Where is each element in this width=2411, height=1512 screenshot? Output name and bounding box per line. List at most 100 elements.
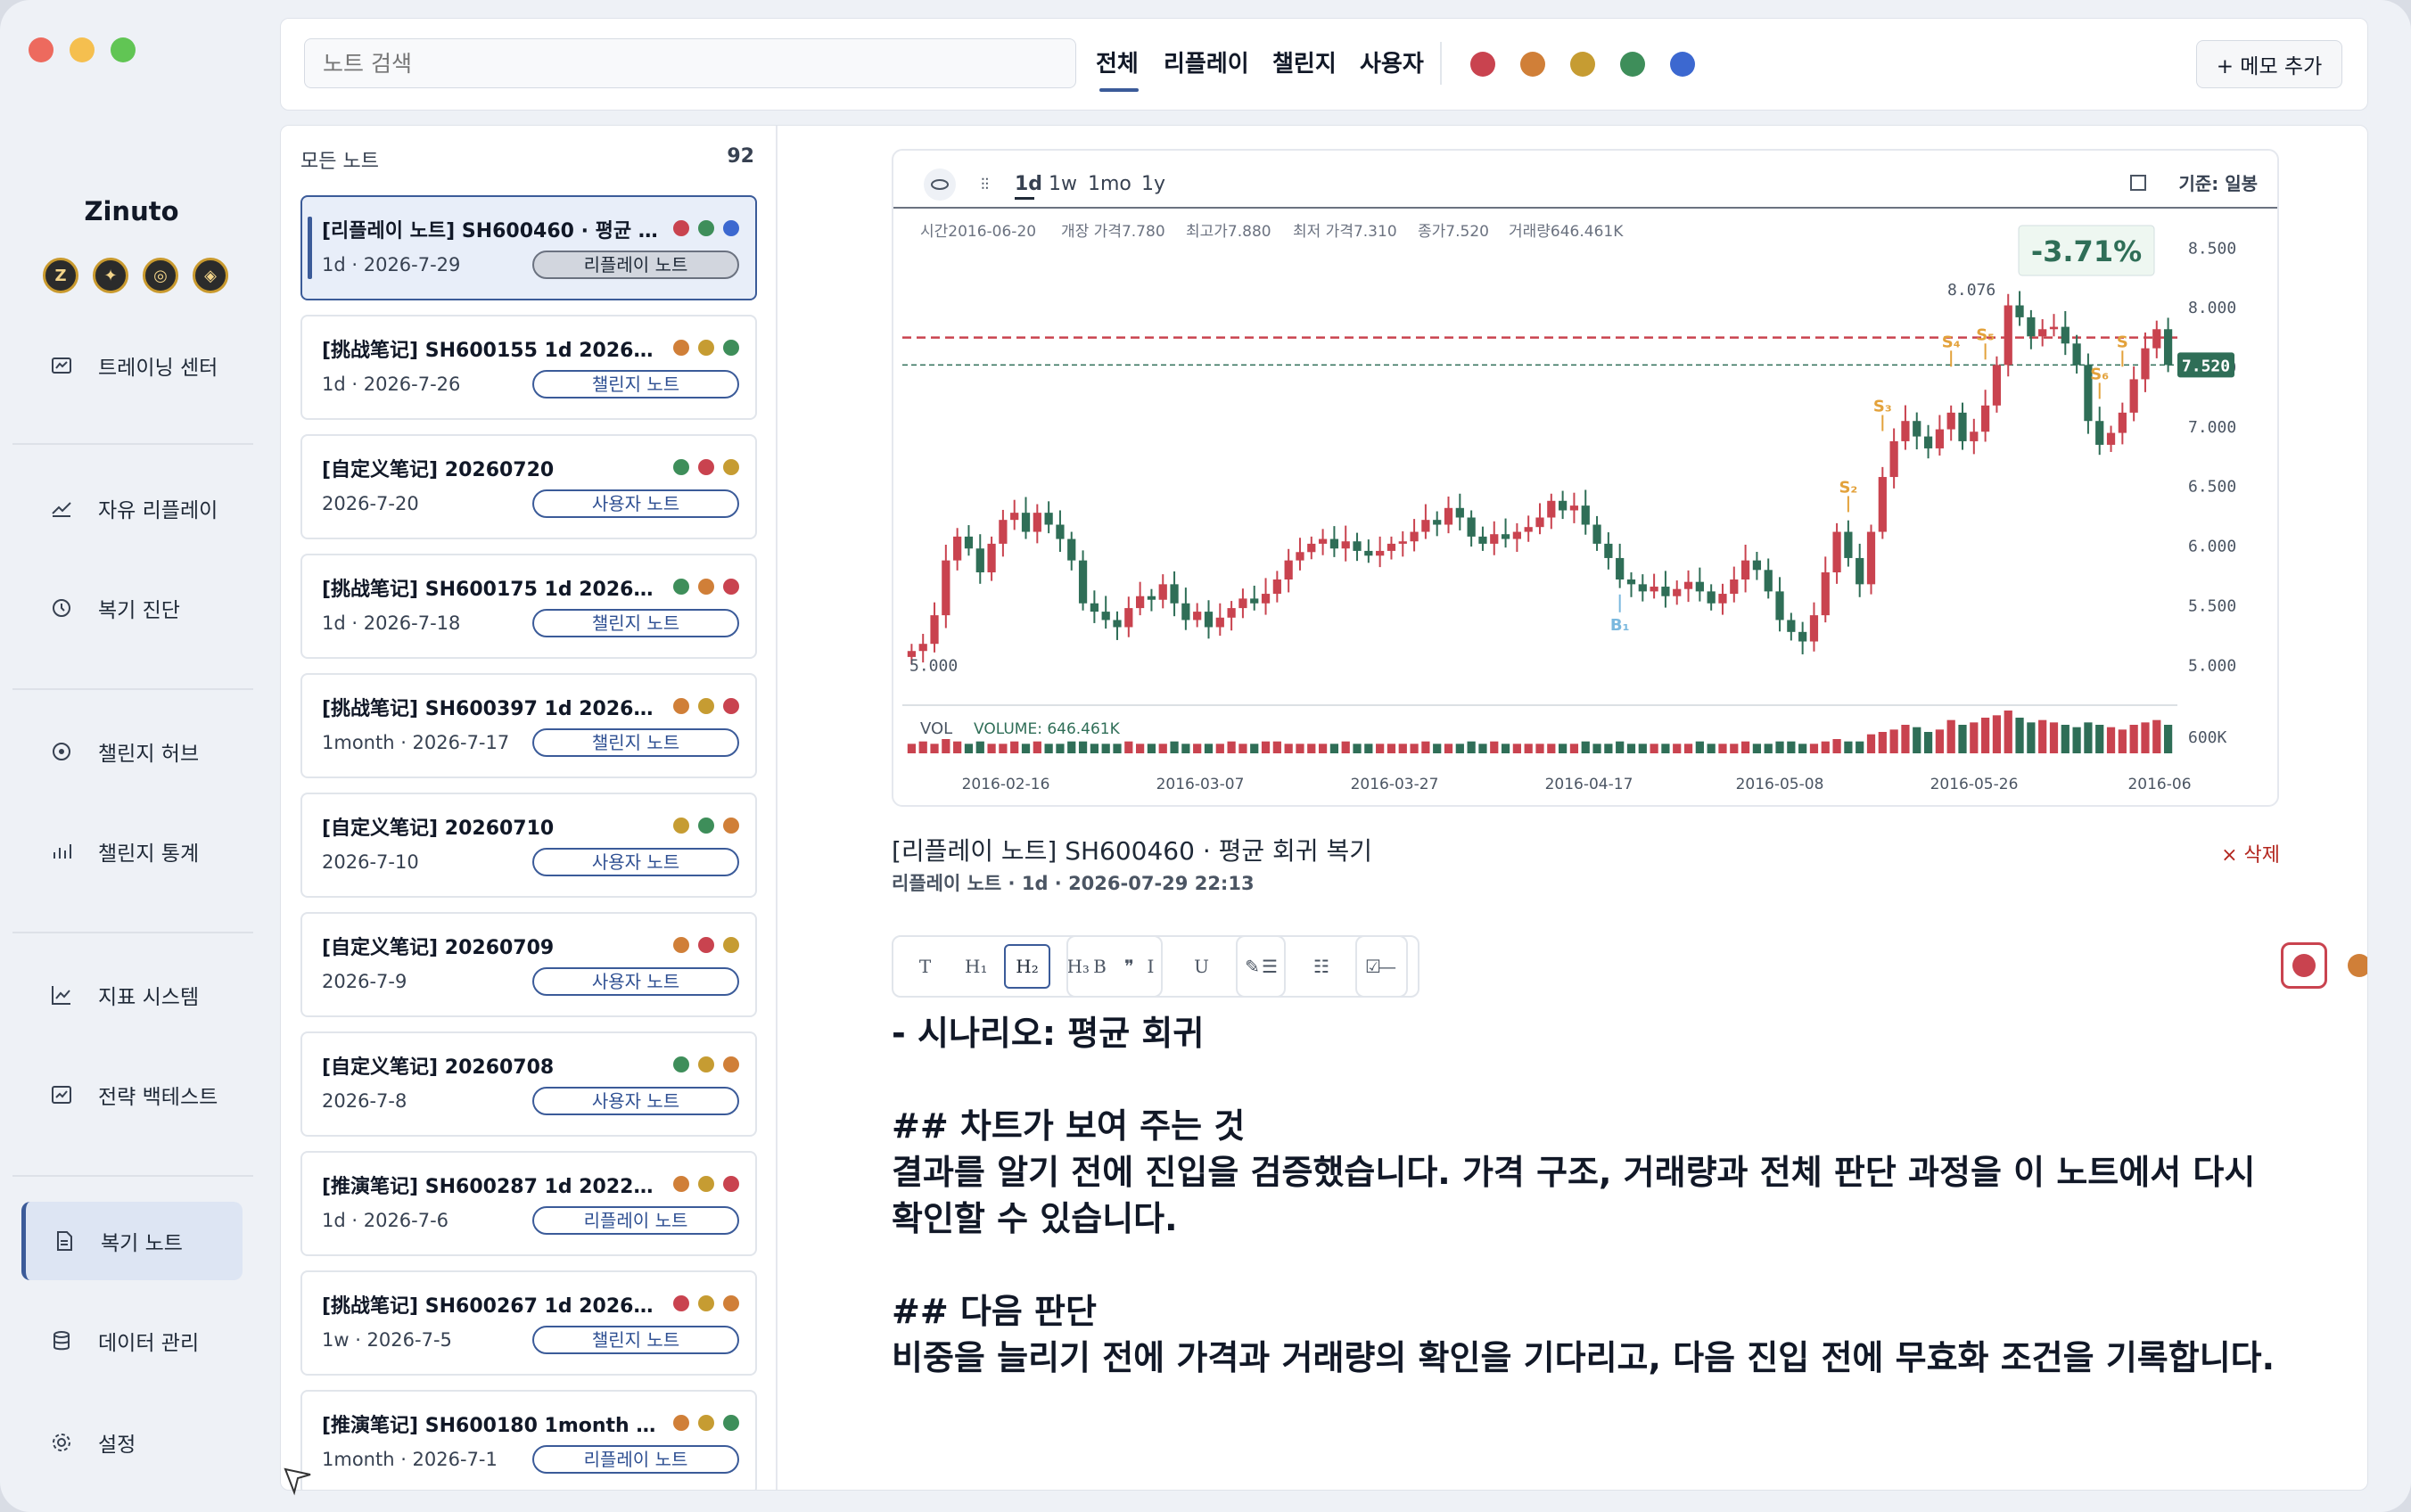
indicator-icon[interactable]: ⫶⫶ — [981, 176, 989, 194]
add-note-button[interactable]: + 메모 추가 — [2196, 40, 2342, 88]
color-filter-dot[interactable] — [1620, 52, 1645, 77]
candle-body — [1844, 531, 1853, 558]
volume-bar — [1318, 744, 1328, 753]
volume-bar — [1272, 741, 1281, 753]
timeframe-tab[interactable]: 1w — [1049, 173, 1077, 195]
color-filter-dot[interactable] — [1520, 52, 1545, 77]
volume-bar — [1329, 744, 1339, 753]
sidebar: Zinuto Z ✦ ◎ ◈ 트레이닝 센터 자유 리플레이 복기 진단 챌린지 허브… — [0, 0, 263, 1512]
eye-icon[interactable] — [924, 168, 956, 201]
note-card-title: [自定义笔记] 20260709 — [322, 937, 555, 959]
format-button[interactable]: H₁ — [953, 944, 999, 989]
format-button[interactable]: H₂ — [1004, 944, 1050, 989]
candle-body — [2004, 305, 2012, 366]
note-card-tag: 사용자 노트 — [532, 967, 739, 996]
format-button[interactable]: ☰ — [1247, 944, 1293, 989]
note-card[interactable]: [挑战笔记] SH600267 1d 20260705 1w · 2026-7-5… — [300, 1270, 757, 1376]
note-card[interactable]: [推演笔记] SH600287 1d 20220615 1d · 2026-7-6… — [300, 1151, 757, 1256]
candle-body — [1364, 550, 1373, 556]
format-button[interactable]: ☷ — [1298, 944, 1345, 989]
note-card[interactable]: [自定义笔记] 20260720 2026-7-20 사용자 노트 — [300, 434, 757, 539]
color-dot — [723, 1176, 739, 1192]
filter-tab-4[interactable]: 사용자 — [1360, 45, 1424, 78]
timeframe-tab[interactable]: 1mo — [1088, 173, 1131, 195]
volume-bar — [964, 744, 974, 753]
note-card[interactable]: [推演笔记] SH600180 1month 20260701 1month · … — [300, 1390, 757, 1490]
candle-body — [1901, 421, 1910, 441]
sidebar-item-2[interactable]: 자유 리플레이 — [21, 469, 243, 547]
sidebar-item-10[interactable]: 설정 — [21, 1403, 243, 1482]
timeframe-tab[interactable]: 1d — [1015, 173, 1042, 195]
filter-tab-3[interactable]: 챌린지 — [1272, 45, 1337, 78]
y-tick-label: 8.000 — [2188, 299, 2236, 317]
color-dot — [698, 1176, 714, 1192]
editor-line: 결과를 알기 전에 진입을 검증했습니다. 가격 구조, 거래량과 전체 판단 … — [892, 1153, 2256, 1238]
sidebar-item-6[interactable]: 지표 시스템 — [21, 956, 243, 1034]
candle-body — [1970, 431, 1979, 441]
note-card-colors — [673, 818, 739, 834]
sidebar-item-9[interactable]: 데이터 관리 — [21, 1302, 243, 1380]
editor-line — [892, 1056, 2283, 1103]
note-card-colors — [673, 340, 739, 356]
basis-label[interactable]: 기준: 일봉 — [2178, 173, 2258, 194]
candlestick-chart[interactable]: ⫶⫶ 1d 1w 1mo 1y 기준: 일봉시간2016-06-20 개장 가격7.780 최… — [893, 151, 2277, 805]
format-button[interactable]: T — [902, 944, 948, 989]
note-card-meta: 2026-7-20 — [322, 493, 419, 514]
color-dot — [723, 220, 739, 236]
candle-body — [1740, 560, 1750, 580]
volume-bar — [1478, 744, 1487, 753]
note-color-button[interactable] — [2281, 942, 2327, 989]
format-button[interactable]: — — [1366, 944, 1409, 989]
candle-body — [1889, 440, 1898, 478]
candle-body — [2015, 305, 2024, 317]
candle-body — [1935, 429, 1944, 448]
note-card-colors — [673, 1295, 739, 1311]
sell-signal-label: S₆ — [2090, 365, 2109, 383]
volume-bar — [1124, 741, 1133, 753]
sidebar-divider — [12, 1175, 253, 1177]
sidebar-item-5[interactable]: 챌린지 통계 — [21, 812, 243, 891]
volume-bar — [2061, 725, 2070, 753]
cursor-icon — [284, 1467, 311, 1496]
timeframe-tab[interactable]: 1y — [1141, 173, 1165, 195]
note-card[interactable]: [挑战笔记] SH600155 1d 20260726 1d · 2026-7-2… — [300, 315, 757, 420]
volume-bar — [1730, 744, 1739, 753]
color-filter-dot[interactable] — [1570, 52, 1595, 77]
candle-body — [1809, 615, 1819, 642]
note-card[interactable]: [挑战笔记] SH600175 1d 20260718 1d · 2026-7-1… — [300, 554, 757, 659]
note-card[interactable]: [리플레이 노트] SH600460 · 평균 회귀 복기 1d · 2026-7… — [300, 195, 757, 300]
note-card[interactable]: [挑战笔记] SH600397 1d 20260717 1month · 2026… — [300, 673, 757, 778]
sidebar-item-label: 전략 백테스트 — [98, 1086, 218, 1109]
format-button[interactable]: B — [1077, 944, 1123, 989]
note-card[interactable]: [自定义笔记] 20260709 2026-7-9 사용자 노트 — [300, 912, 757, 1017]
volume-bar — [1524, 744, 1533, 753]
sidebar-item-3[interactable]: 복기 진단 — [21, 569, 243, 647]
color-filter-dot[interactable] — [1670, 52, 1695, 77]
main-panel: 모든 노트 92 [리플레이 노트] SH600460 · 평균 회귀 복기 1d… — [280, 125, 2368, 1491]
list-header: 모든 노트 — [300, 151, 379, 173]
sidebar-item-4[interactable]: 챌린지 허브 — [21, 712, 243, 791]
note-card-colors — [673, 1056, 739, 1072]
sidebar-item-7[interactable]: 전략 백테스트 — [21, 1056, 243, 1134]
note-card-colors — [673, 220, 739, 236]
sidebar-item-1[interactable]: 트레이닝 센터 — [21, 326, 243, 405]
note-color-button[interactable] — [2336, 942, 2367, 989]
volume-bar — [1010, 741, 1019, 753]
note-card[interactable]: [自定义笔记] 20260710 2026-7-10 사용자 노트 — [300, 793, 757, 898]
format-button[interactable]: I — [1128, 944, 1173, 989]
filter-tab-2[interactable]: 리플레이 — [1164, 45, 1249, 78]
volume-bar — [1387, 744, 1396, 753]
note-editor[interactable]: - 시나리오: 평균 회귀 ## 차트가 보여 주는 것 결과를 알기 전에 진입을… — [892, 1010, 2283, 1381]
stats-icon — [50, 840, 73, 863]
timeframe-underline — [1015, 197, 1034, 200]
color-filter-dot[interactable] — [1470, 52, 1495, 77]
delete-button[interactable]: × 삭제 — [2221, 839, 2280, 867]
sidebar-item-8[interactable]: 복기 노트 — [21, 1202, 243, 1280]
layout-icon[interactable] — [2130, 175, 2146, 191]
filter-tab-1[interactable]: 전체 — [1096, 45, 1139, 78]
ohlc-high: 최고가7.880 — [1186, 223, 1271, 241]
search-input[interactable] — [304, 38, 1076, 88]
editor-line: ## 다음 판단 — [892, 1292, 1097, 1331]
format-button[interactable]: U — [1179, 944, 1224, 989]
note-card[interactable]: [自定义笔记] 20260708 2026-7-8 사용자 노트 — [300, 1031, 757, 1137]
